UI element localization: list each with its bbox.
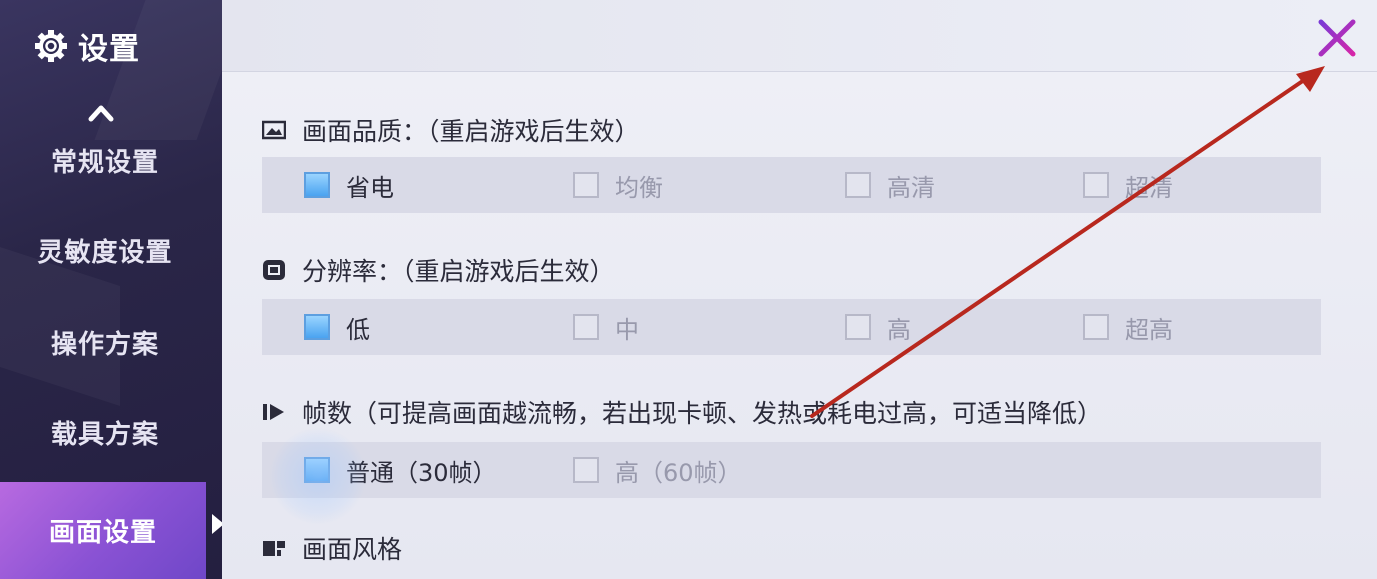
option-fps-normal[interactable]: 普通（30帧） — [304, 442, 497, 498]
checkbox-checked — [304, 314, 330, 340]
checkbox-unchecked — [573, 314, 599, 340]
sidebar-item-graphics[interactable]: 画面设置 — [0, 482, 206, 579]
option-ultra-high[interactable]: 超高 — [1083, 299, 1173, 355]
sidebar: 设置 常规设置 灵敏度设置 操作方案 载具方案 画面设置 — [0, 0, 222, 579]
checkbox-unchecked — [573, 172, 599, 198]
option-high[interactable]: 高 — [845, 299, 911, 355]
section-title-text: 帧数（可提高画面越流畅，若出现卡顿、发热或耗电过高，可适当降低） — [302, 399, 1103, 428]
checkbox-unchecked — [573, 457, 599, 483]
section-title-text: 画面风格 — [302, 535, 403, 564]
section-title-resolution: 分辨率：（重启游戏后生效） — [262, 252, 615, 288]
section-title-style: 画面风格 — [262, 530, 402, 566]
sidebar-item-general[interactable]: 常规设置 — [0, 118, 210, 202]
option-bar-resolution: 低 中 高 超高 — [262, 299, 1321, 355]
checkbox-unchecked — [1083, 314, 1109, 340]
option-ultra-hd[interactable]: 超清 — [1083, 157, 1173, 213]
sidebar-item-controls[interactable]: 操作方案 — [0, 300, 210, 384]
section-title-text: 画面品质：（重启游戏后生效） — [302, 117, 640, 146]
close-icon — [1318, 19, 1356, 57]
checkbox-checked — [304, 457, 330, 483]
resolution-icon — [263, 260, 285, 280]
section-title-framerate: 帧数（可提高画面越流畅，若出现卡顿、发热或耗电过高，可适当降低） — [262, 394, 1102, 430]
play-icon — [263, 404, 284, 420]
sidebar-header: 设置 — [0, 0, 222, 92]
option-power-save[interactable]: 省电 — [304, 157, 394, 213]
section-title-text: 分辨率：（重启游戏后生效） — [302, 257, 615, 286]
option-bar-framerate: 普通（30帧） 高（60帧） — [262, 442, 1321, 498]
option-hd[interactable]: 高清 — [845, 157, 935, 213]
sidebar-item-label: 操作方案 — [50, 329, 159, 360]
checkbox-unchecked — [845, 172, 871, 198]
top-bar — [222, 0, 1377, 72]
sidebar-item-sensitivity[interactable]: 灵敏度设置 — [0, 208, 210, 292]
checkbox-unchecked — [1083, 172, 1109, 198]
sidebar-item-label: 常规设置 — [50, 147, 159, 178]
option-low[interactable]: 低 — [304, 299, 370, 355]
style-icon — [263, 541, 285, 556]
sidebar-item-label: 载具方案 — [50, 419, 159, 450]
sidebar-item-vehicle[interactable]: 载具方案 — [0, 390, 210, 474]
option-balanced[interactable]: 均衡 — [573, 157, 663, 213]
image-icon — [262, 120, 286, 140]
option-bar-quality: 省电 均衡 高清 超清 — [262, 157, 1321, 213]
settings-content: 画面品质：（重启游戏后生效） 省电 均衡 高清 超清 分辨率：（重启游戏后生效） — [222, 72, 1377, 579]
option-medium[interactable]: 中 — [573, 299, 639, 355]
option-fps-high[interactable]: 高（60帧） — [573, 442, 742, 498]
sidebar-item-label: 画面设置 — [48, 518, 157, 548]
sidebar-title: 设置 — [78, 32, 140, 67]
gear-icon — [34, 29, 68, 63]
sidebar-item-label: 灵敏度设置 — [37, 237, 173, 268]
checkbox-checked — [304, 172, 330, 198]
checkbox-unchecked — [845, 314, 871, 340]
section-title-quality: 画面品质：（重启游戏后生效） — [262, 112, 640, 148]
close-button[interactable] — [1315, 16, 1359, 60]
